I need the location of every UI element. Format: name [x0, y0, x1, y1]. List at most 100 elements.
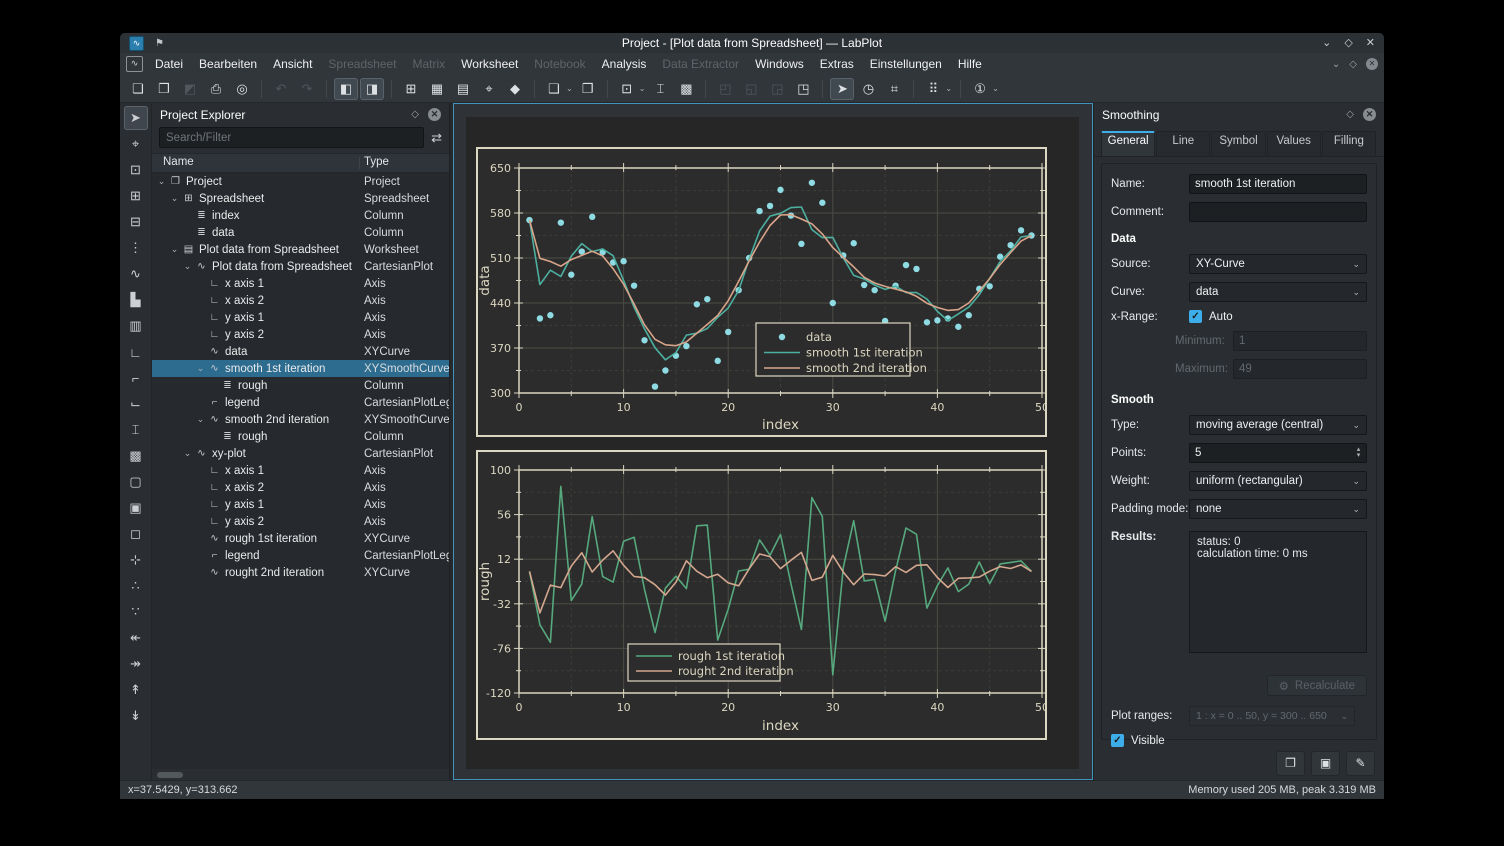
type-column-header[interactable]: Type — [364, 154, 389, 171]
select-cursor-button[interactable]: ➤ — [124, 106, 148, 130]
tab-symbol[interactable]: Symbol — [1211, 131, 1265, 156]
weight-select[interactable]: uniform (rectangular) ⌄ — [1189, 471, 1367, 491]
menu-worksheet[interactable]: Worksheet — [453, 54, 526, 74]
type-select[interactable]: moving average (central) ⌄ — [1189, 415, 1367, 435]
menu-extras[interactable]: Extras — [812, 54, 862, 74]
menu-einstellungen[interactable]: Einstellungen — [862, 54, 950, 74]
maximize-button[interactable]: ◇ — [1344, 34, 1352, 52]
add-y-axis-button[interactable]: ⌐ — [124, 366, 148, 390]
filter-options-icon[interactable]: ⇄ — [431, 130, 442, 146]
auto-scale-y-button[interactable]: ∵ — [124, 600, 148, 624]
tab-line[interactable]: Line — [1156, 131, 1210, 156]
save-as-template-button[interactable]: ✎ — [1346, 751, 1375, 776]
name-input[interactable] — [1189, 174, 1367, 194]
open-project-button[interactable]: ❐ — [152, 78, 176, 100]
shift-right-x-button[interactable]: ↠ — [124, 652, 148, 676]
new-spreadsheet-button[interactable]: ⊞ — [399, 78, 423, 100]
tree-row[interactable]: ∟y axis 1Axis — [152, 309, 449, 326]
tree-row[interactable]: ⌄∿Plot data from SpreadsheetCartesianPlo… — [152, 258, 449, 275]
zoom-x-select-button[interactable]: ⊞ — [124, 184, 148, 208]
name-column-header[interactable]: Name — [163, 154, 194, 171]
tree-row[interactable]: ≣indexColumn — [152, 207, 449, 224]
add-text-label-button[interactable]: ⌶ — [124, 418, 148, 442]
smoothing-plot[interactable]: 01020304050300370440510580650indexdatada… — [478, 149, 1045, 435]
tree-row[interactable]: ∟x axis 2Axis — [152, 479, 449, 496]
auto-checkbox[interactable]: ✓ — [1189, 310, 1202, 323]
tree-row[interactable]: ∿rought 2nd iterationXYCurve — [152, 564, 449, 581]
tab-values[interactable]: Values — [1267, 131, 1321, 156]
add-image-button[interactable]: ▩ — [124, 444, 148, 468]
cursor-line-button[interactable]: ⋮ — [124, 236, 148, 260]
new-datapicker-button[interactable]: ⌖ — [477, 78, 501, 100]
add-x-axis-button[interactable]: ∟ — [124, 340, 148, 364]
tree-row[interactable]: ⌄⊞SpreadsheetSpreadsheet — [152, 190, 449, 207]
tree-row[interactable]: ≣dataColumn — [152, 224, 449, 241]
menu-windows[interactable]: Windows — [747, 54, 812, 74]
add-text-label-button[interactable]: ⌶ — [648, 78, 672, 100]
tree-row[interactable]: ∟y axis 1Axis — [152, 496, 449, 513]
shift-left-x-button[interactable]: ↞ — [124, 626, 148, 650]
chevron-down-icon[interactable]: ⌄ — [992, 84, 999, 93]
tree-row[interactable]: ∿dataXYCurve — [152, 343, 449, 360]
chevron-down-icon[interactable]: ⌄ — [194, 363, 207, 374]
zoom-out-button[interactable]: ▣ — [124, 496, 148, 520]
add-plot-button[interactable]: ⊡ — [615, 78, 639, 100]
chevron-down-icon[interactable]: ⌄ — [155, 176, 168, 187]
titlebar[interactable]: ∿ ⚑ Project - [Plot data from Spreadshee… — [120, 33, 1384, 53]
plot-frame-smoothing[interactable]: 01020304050300370440510580650indexdatada… — [476, 147, 1047, 437]
menu-bearbeiten[interactable]: Bearbeiten — [191, 54, 265, 74]
chevron-down-icon[interactable]: ⌄ — [639, 84, 646, 93]
tab-filling[interactable]: Filling — [1322, 131, 1376, 156]
toggle-properties-explorer-button[interactable]: ◨ — [360, 78, 384, 100]
chevron-down-icon[interactable]: ⌄ — [566, 84, 573, 93]
add-image-button[interactable]: ▩ — [674, 78, 698, 100]
chevron-down-icon[interactable]: ⌄ — [945, 84, 952, 93]
horizontal-scrollbar[interactable] — [152, 769, 449, 780]
points-stepper[interactable]: ▴ ▾ — [1189, 443, 1367, 463]
spin-down-icon[interactable]: ▾ — [1357, 453, 1361, 459]
worksheet-view[interactable]: 01020304050300370440510580650indexdatada… — [453, 103, 1093, 780]
zoom-fit-button[interactable]: ◻ — [124, 522, 148, 546]
tab-general[interactable]: General — [1101, 131, 1155, 156]
menu-analysis[interactable]: Analysis — [594, 54, 655, 74]
print-button[interactable]: ⎙ — [204, 78, 228, 100]
print-preview-button[interactable]: ◎ — [230, 78, 254, 100]
new-worksheet-button[interactable]: ❑ — [542, 78, 566, 100]
float-panel-icon[interactable]: ◇ — [1346, 109, 1354, 120]
child-window-icon[interactable]: ∿ — [126, 56, 143, 72]
tree-row[interactable]: ∟x axis 1Axis — [152, 275, 449, 292]
import-file-button[interactable]: ❒ — [576, 78, 600, 100]
add-legend-button[interactable]: ⌙ — [124, 392, 148, 416]
load-template-button[interactable]: ❐ — [1276, 751, 1305, 776]
tree-row[interactable]: ∟y axis 2Axis — [152, 513, 449, 530]
crosshair-cursor-button[interactable]: ⌖ — [124, 132, 148, 156]
menu-datei[interactable]: Datei — [147, 54, 191, 74]
tree-row[interactable]: ⌐legendCartesianPlotLegend — [152, 547, 449, 564]
child-close-button[interactable]: ✕ — [1366, 58, 1378, 70]
curve-select[interactable]: data ⌄ — [1189, 282, 1367, 302]
save-template-button[interactable]: ▣ — [1311, 751, 1340, 776]
tree-row[interactable]: ⌄∿smooth 2nd iterationXYSmoothCurve — [152, 411, 449, 428]
chevron-down-icon[interactable]: ⌄ — [194, 414, 207, 425]
minimize-button[interactable]: ⌄ — [1322, 34, 1331, 52]
tree-row[interactable]: ≣roughColumn — [152, 377, 449, 394]
tree-row[interactable]: ⌄▤Plot data from SpreadsheetWorksheet — [152, 241, 449, 258]
zoom-preset-button[interactable]: ① — [968, 78, 992, 100]
tree-row[interactable]: ⌐legendCartesianPlotLegend — [152, 394, 449, 411]
new-matrix-button[interactable]: ▦ — [425, 78, 449, 100]
close-panel-icon[interactable]: ✕ — [1363, 108, 1376, 121]
tree-row[interactable]: ∟y axis 2Axis — [152, 326, 449, 343]
chevron-down-icon[interactable]: ⌄ — [168, 193, 181, 204]
add-bar-plot-button[interactable]: ▥ — [124, 314, 148, 338]
auto-scale-x-button[interactable]: ∴ — [124, 574, 148, 598]
new-workbook-button[interactable]: ▤ — [451, 78, 475, 100]
source-select[interactable]: XY-Curve ⌄ — [1189, 254, 1367, 274]
zoom-select-mode-button[interactable]: ⌗ — [882, 78, 906, 100]
tree-row[interactable]: ≣roughColumn — [152, 428, 449, 445]
comment-input[interactable] — [1189, 202, 1367, 222]
close-button[interactable]: ✕ — [1366, 34, 1375, 52]
add-xy-curve-button[interactable]: ∿ — [124, 262, 148, 286]
rough-plot[interactable]: 01020304050-120-76-321256100indexroughro… — [478, 452, 1045, 738]
tree-row[interactable]: ⌄∿xy-plotCartesianPlot — [152, 445, 449, 462]
zoom-in-button[interactable]: ▢ — [124, 470, 148, 494]
